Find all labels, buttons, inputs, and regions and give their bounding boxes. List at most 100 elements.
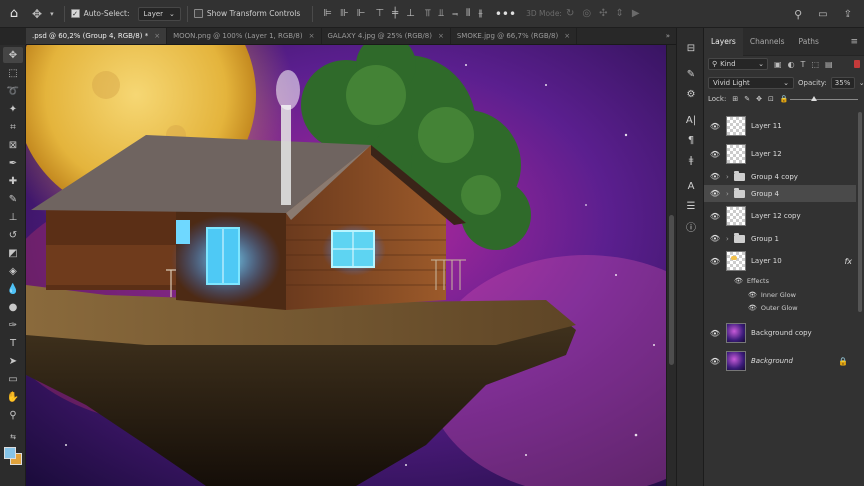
paragraph-panel-icon[interactable]: ¶: [681, 132, 701, 148]
lock-image-icon[interactable]: ✎: [744, 95, 750, 103]
close-icon[interactable]: ×: [564, 32, 570, 40]
workspace-icon[interactable]: ▭: [818, 9, 827, 20]
home-icon[interactable]: ⌂: [0, 0, 28, 28]
eye-icon[interactable]: 👁: [748, 291, 757, 299]
layer-row[interactable]: 👁 › Group 4 copy: [704, 168, 856, 185]
brush-settings-icon[interactable]: ✎: [681, 66, 701, 82]
hand-tool-icon[interactable]: ✋: [3, 389, 23, 405]
effects-header[interactable]: 👁 Effects: [734, 277, 769, 285]
eye-icon[interactable]: 👁: [704, 122, 726, 131]
eye-icon[interactable]: 👁: [704, 257, 726, 266]
document-canvas[interactable]: [26, 45, 666, 486]
distribute-left-icon[interactable]: ⫴: [466, 8, 470, 19]
chevron-right-icon[interactable]: ›: [726, 235, 734, 243]
eraser-tool-icon[interactable]: ◩: [3, 245, 23, 261]
eye-icon[interactable]: 👁: [704, 212, 726, 221]
tab-overflow-button[interactable]: »: [660, 28, 676, 44]
swap-colors-icon[interactable]: ⇆: [3, 429, 23, 445]
layer-effects-icon[interactable]: fx: [844, 257, 852, 266]
pixel-filter-icon[interactable]: ▣: [774, 60, 782, 69]
layer-row[interactable]: 👁 Layer 12: [704, 140, 856, 168]
eye-icon[interactable]: 👁: [704, 329, 726, 338]
layer-row[interactable]: 👁 Layer 12 copy: [704, 202, 856, 230]
type-filter-icon[interactable]: T: [801, 60, 806, 69]
effect-row[interactable]: 👁 Outer Glow: [748, 304, 798, 312]
history-brush-tool-icon[interactable]: ↺: [3, 227, 23, 243]
opacity-slider-knob[interactable]: [810, 96, 817, 101]
artboard-lock-icon[interactable]: ⊡: [768, 95, 774, 103]
distribute-bottom-icon[interactable]: ⫬: [452, 8, 458, 19]
path-selection-tool-icon[interactable]: ➤: [3, 353, 23, 369]
chevron-right-icon[interactable]: ›: [726, 173, 734, 181]
brush-tool-icon[interactable]: ✎: [3, 191, 23, 207]
opacity-slider[interactable]: [790, 96, 858, 101]
tab-moon[interactable]: MOON.png @ 100% (Layer 1, RGB/8) ×: [167, 28, 322, 44]
layer-row[interactable]: 👁 Layer 11: [704, 112, 856, 140]
info-panel-icon[interactable]: ⓘ: [681, 218, 701, 234]
shape-tool-icon[interactable]: ▭: [3, 371, 23, 387]
clone-stamp-tool-icon[interactable]: ⊥: [3, 209, 23, 225]
tab-galaxy[interactable]: GALAXY 4.jpg @ 25% (RGB/8) ×: [322, 28, 451, 44]
glyphs-panel-icon[interactable]: ǂ: [681, 152, 701, 168]
blend-mode-dropdown[interactable]: Vivid Light ⌄: [708, 77, 794, 89]
transform-controls-checkbox[interactable]: [193, 9, 203, 18]
search-icon[interactable]: ⚲: [794, 8, 802, 21]
chevron-down-icon[interactable]: ▾: [50, 10, 54, 18]
tab-paths[interactable]: Paths: [792, 28, 826, 56]
auto-select-target-dropdown[interactable]: Layer ⌄: [137, 6, 181, 21]
filter-kind-dropdown[interactable]: ⚲ Kind ⌄: [708, 58, 768, 70]
align-center-icon[interactable]: ⊪: [340, 8, 349, 19]
distribute-right-icon[interactable]: ⫵: [478, 8, 483, 19]
layer-row[interactable]: 👁 › Group 1: [704, 230, 856, 247]
blur-tool-icon[interactable]: 💧: [3, 281, 23, 297]
3d-roll-icon[interactable]: ◎: [582, 8, 591, 19]
character-panel-icon[interactable]: A|: [681, 112, 701, 128]
dodge-tool-icon[interactable]: ●: [3, 299, 23, 315]
lock-transparency-icon[interactable]: ⊞: [732, 95, 738, 103]
paint-bucket-tool-icon[interactable]: ◈: [3, 263, 23, 279]
tab-smoke[interactable]: SMOKE.jpg @ 66,7% (RGB/8) ×: [451, 28, 578, 44]
eye-icon[interactable]: 👁: [704, 357, 726, 366]
opacity-input[interactable]: 35%: [830, 77, 855, 89]
close-icon[interactable]: ×: [438, 32, 444, 40]
healing-brush-tool-icon[interactable]: ✚: [3, 173, 23, 189]
tab-channels[interactable]: Channels: [743, 28, 792, 56]
crop-tool-icon[interactable]: ⌗: [3, 119, 23, 135]
align-top-icon[interactable]: ⊤: [375, 8, 384, 19]
filter-toggle[interactable]: [854, 60, 860, 68]
layers-scrollbar[interactable]: [856, 112, 864, 412]
shape-filter-icon[interactable]: ⬚: [811, 60, 819, 69]
panel-menu-icon[interactable]: ≡: [850, 37, 858, 47]
tab-main-psd[interactable]: .psd @ 60,2% (Group 4, RGB/8) * ×: [26, 28, 168, 44]
distribute-middle-icon[interactable]: ⫫: [439, 8, 445, 19]
layer-row[interactable]: 👁 Background 🔒: [704, 347, 856, 375]
properties-panel-icon[interactable]: ☰: [681, 198, 701, 214]
smart-object-filter-icon[interactable]: ▤: [825, 60, 833, 69]
scrollbar-thumb[interactable]: [669, 215, 674, 365]
foreground-color-swatch[interactable]: [4, 447, 16, 459]
eye-icon[interactable]: 👁: [734, 277, 743, 285]
align-middle-icon[interactable]: ╪: [392, 8, 398, 19]
character-styles-icon[interactable]: A: [681, 178, 701, 194]
magic-wand-tool-icon[interactable]: ✦: [3, 101, 23, 117]
align-right-icon[interactable]: ⊩: [357, 8, 366, 19]
move-tool-icon[interactable]: ✥: [3, 47, 23, 63]
marquee-tool-icon[interactable]: ⬚: [3, 65, 23, 81]
layer-row[interactable]: 👁 › Group 4: [704, 185, 856, 202]
history-panel-icon[interactable]: ⊟: [681, 40, 701, 56]
share-icon[interactable]: ⇪: [844, 9, 852, 20]
type-tool-icon[interactable]: T: [3, 335, 23, 351]
align-left-icon[interactable]: ⊫: [323, 8, 332, 19]
lock-all-icon[interactable]: 🔒: [780, 95, 789, 103]
eye-icon[interactable]: 👁: [704, 150, 726, 159]
eye-icon[interactable]: 👁: [704, 234, 726, 243]
eyedropper-tool-icon[interactable]: ✒: [3, 155, 23, 171]
layer-row[interactable]: 👁 Background copy: [704, 319, 856, 347]
chevron-right-icon[interactable]: ›: [726, 190, 734, 198]
3d-camera-icon[interactable]: ▶: [632, 8, 640, 19]
tab-layers[interactable]: Layers: [704, 27, 743, 56]
lock-position-icon[interactable]: ✥: [756, 95, 762, 103]
zoom-tool-icon[interactable]: ⚲: [3, 407, 23, 423]
eye-icon[interactable]: 👁: [704, 189, 726, 198]
auto-select-checkbox[interactable]: ✓: [70, 9, 80, 18]
